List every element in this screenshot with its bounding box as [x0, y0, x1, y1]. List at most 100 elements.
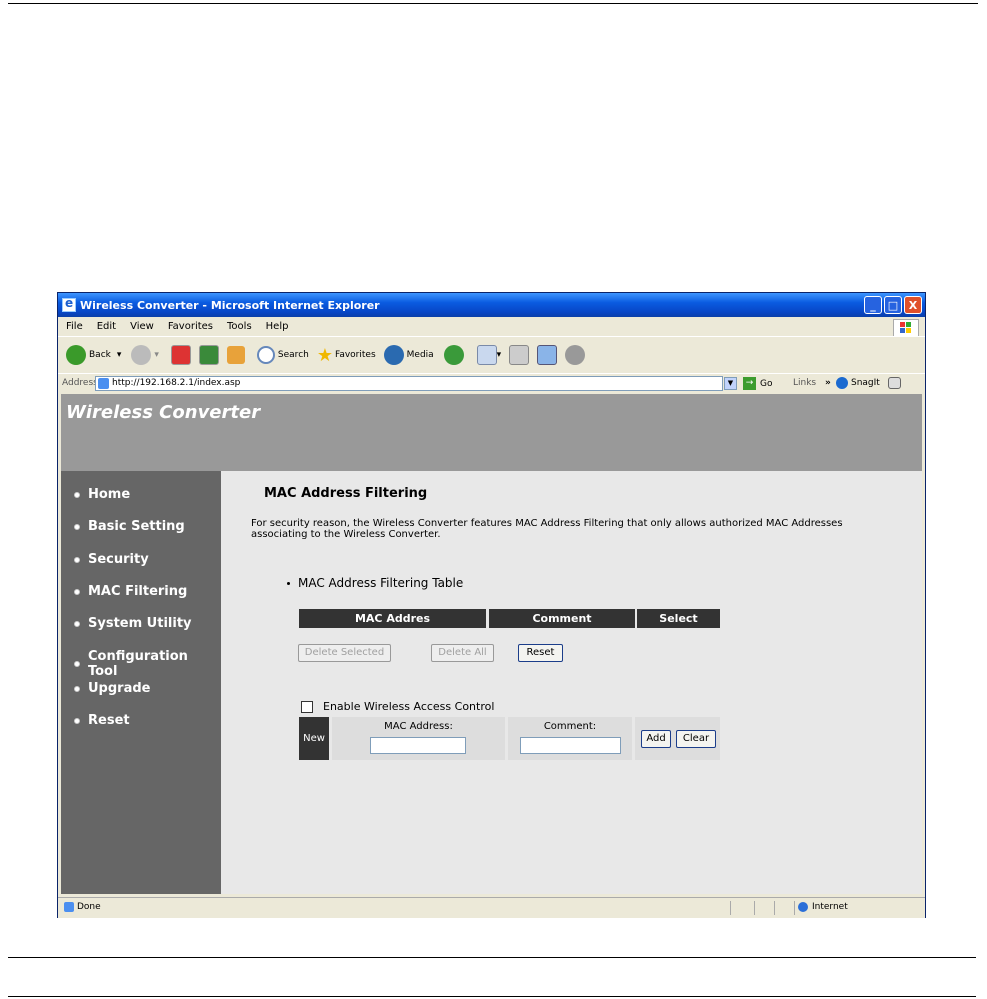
address-dropdown-icon[interactable]: ▼ [724, 377, 737, 390]
refresh-icon [198, 345, 219, 365]
media-icon [383, 345, 404, 365]
media-label: Media [406, 350, 434, 360]
bullet-icon [287, 581, 290, 585]
nav-security[interactable]: Security [74, 552, 149, 567]
favorites-star-icon: ★ [316, 344, 333, 366]
go-label: Go [760, 378, 773, 389]
add-button[interactable]: Add [641, 730, 671, 748]
status-zone: Internet [798, 902, 848, 912]
media-button[interactable]: Media [383, 345, 434, 365]
snagit-window-icon[interactable] [887, 377, 901, 389]
page-footer-rule-bottom [8, 996, 976, 997]
title-bar[interactable]: Wireless Converter - Microsoft Internet … [58, 293, 925, 317]
enable-access-control-checkbox[interactable] [301, 700, 313, 713]
page-icon [98, 378, 109, 389]
back-label: Back [89, 350, 111, 360]
nav-home[interactable]: Home [74, 487, 130, 502]
menu-view[interactable]: View [130, 321, 154, 332]
action-cell: Add Clear [635, 717, 720, 760]
menu-tools[interactable]: Tools [227, 321, 252, 332]
messenger-button[interactable] [565, 345, 588, 365]
comment-field-label: Comment: [543, 721, 597, 732]
reset-button[interactable]: Reset [518, 644, 563, 662]
page-done-icon [64, 902, 74, 912]
header-mac-address: MAC Addres [299, 609, 486, 628]
refresh-button[interactable] [198, 345, 219, 365]
search-button[interactable]: Search [256, 346, 309, 364]
delete-all-button[interactable]: Delete All [431, 644, 494, 662]
menu-favorites[interactable]: Favorites [168, 321, 213, 332]
mac-field-cell: MAC Address: [332, 717, 505, 760]
banner-title: Wireless Converter [66, 402, 261, 423]
forward-dropdown-icon[interactable]: ▾ [154, 350, 159, 360]
delete-selected-button[interactable]: Delete Selected [298, 644, 391, 662]
snagit-button[interactable]: SnagIt [836, 377, 901, 389]
clear-button[interactable]: Clear [676, 730, 716, 748]
table-title: MAC Address Filtering Table [287, 576, 463, 590]
header-comment: Comment [489, 609, 635, 628]
maximize-button[interactable]: □ [884, 296, 902, 314]
nav-upgrade[interactable]: Upgrade [74, 681, 150, 696]
bullet-icon [74, 717, 80, 724]
edit-button[interactable] [537, 345, 558, 365]
stop-button[interactable] [170, 345, 191, 365]
close-button[interactable]: X [904, 296, 922, 314]
nav-system-utility[interactable]: System Utility [74, 616, 192, 631]
status-done: Done [64, 902, 101, 912]
back-dropdown-icon[interactable]: ▾ [117, 350, 122, 360]
page-content: Wireless Converter Home Basic Setting Se… [61, 394, 922, 894]
nav-reset[interactable]: Reset [74, 713, 130, 728]
nav-mac-filtering[interactable]: MAC Filtering [74, 584, 187, 599]
search-icon [256, 346, 275, 364]
bullet-icon [74, 491, 80, 498]
bullet-icon [74, 556, 80, 563]
history-button[interactable] [443, 345, 467, 365]
nav-basic-setting[interactable]: Basic Setting [74, 519, 185, 534]
back-button[interactable]: Back ▾ [66, 345, 121, 365]
go-button[interactable]: → Go [743, 377, 772, 390]
bullet-icon [74, 620, 80, 627]
page-title: MAC Address Filtering [264, 486, 428, 501]
status-bar: Done Internet [58, 897, 925, 918]
mac-address-input[interactable] [370, 737, 466, 754]
mac-field-label: MAC Address: [384, 721, 453, 732]
favorites-button[interactable]: ★ Favorites [317, 345, 376, 366]
mail-button[interactable]: ▾ [476, 345, 502, 365]
forward-arrow-icon [131, 345, 152, 365]
nav-configuration-tool[interactable]: Configuration Tool [74, 649, 221, 679]
edit-icon [537, 345, 558, 365]
print-icon [509, 345, 530, 365]
forward-button[interactable]: ▾ [131, 345, 159, 365]
menu-edit[interactable]: Edit [97, 321, 116, 332]
history-icon [443, 345, 464, 365]
back-arrow-icon [66, 345, 86, 365]
main-panel: MAC Address Filtering For security reaso… [221, 471, 922, 894]
snagit-label: SnagIt [851, 378, 880, 388]
header-select: Select [637, 609, 720, 628]
stop-icon [170, 345, 191, 365]
print-button[interactable] [509, 345, 530, 365]
enable-access-control[interactable]: Enable Wireless Access Control [301, 700, 494, 713]
links-button[interactable]: Links » [793, 378, 831, 388]
enable-access-control-label: Enable Wireless Access Control [323, 700, 495, 713]
favorites-label: Favorites [334, 350, 376, 360]
menu-file[interactable]: File [66, 321, 83, 332]
comment-input[interactable] [520, 737, 621, 754]
address-url: http://192.168.2.1/index.asp [112, 378, 241, 388]
address-bar: Address http://192.168.2.1/index.asp ▼ →… [58, 373, 925, 394]
search-label: Search [277, 350, 309, 360]
bullet-icon [74, 685, 80, 692]
links-chevron-icon[interactable]: » [825, 378, 831, 388]
snagit-icon [836, 377, 848, 389]
window-controls: _ □ X [864, 296, 922, 314]
address-label: Address [62, 378, 98, 388]
mail-dropdown-icon[interactable]: ▾ [497, 350, 502, 360]
minimize-button[interactable]: _ [864, 296, 882, 314]
home-button[interactable] [226, 346, 245, 364]
comment-field-cell: Comment: [508, 717, 632, 760]
menu-bar: File Edit View Favorites Tools Help [58, 318, 925, 335]
menu-help[interactable]: Help [266, 321, 289, 332]
bullet-icon [74, 661, 80, 667]
browser-window: Wireless Converter - Microsoft Internet … [57, 292, 926, 918]
address-input[interactable]: http://192.168.2.1/index.asp [95, 376, 723, 391]
